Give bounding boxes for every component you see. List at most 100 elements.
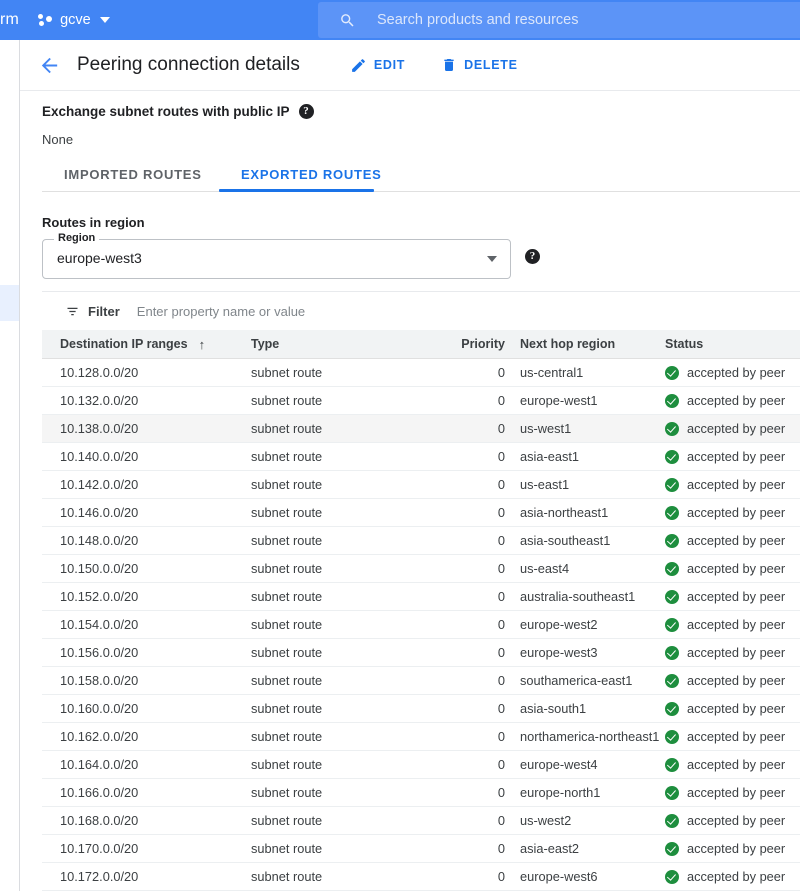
table-row[interactable]: 10.150.0.0/20subnet route0us-east4accept… <box>42 555 800 583</box>
check-circle-icon <box>665 478 679 492</box>
arrow-back-icon[interactable] <box>36 52 62 78</box>
table-row[interactable]: 10.154.0.0/20subnet route0europe-west2ac… <box>42 611 800 639</box>
table-row[interactable]: 10.164.0.0/20subnet route0europe-west4ac… <box>42 751 800 779</box>
tab-imported-routes[interactable]: IMPORTED ROUTES <box>64 167 202 182</box>
cell-next-hop-region: us-east4 <box>520 555 665 583</box>
tab-exported-routes[interactable]: EXPORTED ROUTES <box>241 167 382 182</box>
project-selector[interactable]: gcve <box>38 12 110 28</box>
cell-next-hop-region: europe-west4 <box>520 751 665 779</box>
column-header-status[interactable]: Status <box>665 330 800 359</box>
cell-next-hop-region: asia-east1 <box>520 443 665 471</box>
edit-button[interactable]: EDIT <box>350 57 405 74</box>
cell-status: accepted by peer <box>665 611 800 639</box>
help-icon[interactable]: ? <box>299 104 314 119</box>
cell-destination-ip-range: 10.158.0.0/20 <box>42 667 251 695</box>
check-circle-icon <box>665 394 679 408</box>
exchange-subnet-routes-text: Exchange subnet routes with public IP <box>42 104 290 119</box>
cell-destination-ip-range: 10.132.0.0/20 <box>42 387 251 415</box>
table-row[interactable]: 10.138.0.0/20subnet route0us-west1accept… <box>42 415 800 443</box>
cell-priority: 0 <box>388 779 520 807</box>
status-label: accepted by peer <box>687 421 785 436</box>
table-row[interactable]: 10.162.0.0/20subnet route0northamerica-n… <box>42 723 800 751</box>
region-help-icon[interactable]: ? <box>525 249 540 264</box>
region-select-value: europe-west3 <box>57 250 142 266</box>
filter-button-label: Filter <box>88 304 120 319</box>
table-row[interactable]: 10.140.0.0/20subnet route0asia-east1acce… <box>42 443 800 471</box>
filter-button[interactable]: Filter <box>65 304 120 319</box>
cell-destination-ip-range: 10.164.0.0/20 <box>42 751 251 779</box>
table-row[interactable]: 10.132.0.0/20subnet route0europe-west1ac… <box>42 387 800 415</box>
cell-next-hop-region: us-west1 <box>520 415 665 443</box>
table-row[interactable]: 10.160.0.0/20subnet route0asia-south1acc… <box>42 695 800 723</box>
project-dots-icon <box>38 13 53 28</box>
cell-type: subnet route <box>251 443 388 471</box>
check-circle-icon <box>665 366 679 380</box>
cell-status: accepted by peer <box>665 751 800 779</box>
table-row[interactable]: 10.172.0.0/20subnet route0europe-west6ac… <box>42 863 800 891</box>
table-row[interactable]: 10.170.0.0/20subnet route0asia-east2acce… <box>42 835 800 863</box>
cell-destination-ip-range: 10.150.0.0/20 <box>42 555 251 583</box>
column-header-destination-label: Destination IP ranges <box>60 337 188 351</box>
table-row[interactable]: 10.166.0.0/20subnet route0europe-north1a… <box>42 779 800 807</box>
table-row[interactable]: 10.168.0.0/20subnet route0us-west2accept… <box>42 807 800 835</box>
check-circle-icon <box>665 730 679 744</box>
table-row[interactable]: 10.148.0.0/20subnet route0asia-southeast… <box>42 527 800 555</box>
left-nav-active-item[interactable] <box>0 285 19 321</box>
cell-priority: 0 <box>388 835 520 863</box>
check-circle-icon <box>665 618 679 632</box>
status-label: accepted by peer <box>687 617 785 632</box>
search-placeholder: Search products and resources <box>377 12 579 28</box>
edit-button-label: EDIT <box>374 58 405 72</box>
column-header-type[interactable]: Type <box>251 330 388 359</box>
cell-type: subnet route <box>251 415 388 443</box>
cell-next-hop-region: asia-south1 <box>520 695 665 723</box>
exchange-subnet-routes-value: None <box>42 132 73 147</box>
cell-type: subnet route <box>251 835 388 863</box>
cell-status: accepted by peer <box>665 695 800 723</box>
cell-next-hop-region: southamerica-east1 <box>520 667 665 695</box>
delete-button[interactable]: DELETE <box>441 57 518 73</box>
search-input[interactable]: Search products and resources <box>318 2 800 38</box>
cell-type: subnet route <box>251 359 388 387</box>
cell-type: subnet route <box>251 639 388 667</box>
cell-next-hop-region: europe-west1 <box>520 387 665 415</box>
table-row[interactable]: 10.156.0.0/20subnet route0europe-west3ac… <box>42 639 800 667</box>
cell-destination-ip-range: 10.168.0.0/20 <box>42 807 251 835</box>
routes-table-head: Destination IP ranges ↑ Type Priority Nex… <box>42 330 800 359</box>
arrow-up-icon: ↑ <box>199 337 206 352</box>
cell-next-hop-region: us-east1 <box>520 471 665 499</box>
cell-type: subnet route <box>251 695 388 723</box>
column-header-next-hop-region[interactable]: Next hop region <box>520 330 665 359</box>
filter-list-icon <box>65 304 80 319</box>
table-row[interactable]: 10.158.0.0/20subnet route0southamerica-e… <box>42 667 800 695</box>
check-circle-icon <box>665 842 679 856</box>
cell-priority: 0 <box>388 751 520 779</box>
region-select[interactable]: Region europe-west3 <box>42 239 511 279</box>
cell-destination-ip-range: 10.138.0.0/20 <box>42 415 251 443</box>
tab-active-indicator <box>219 189 374 192</box>
cell-destination-ip-range: 10.128.0.0/20 <box>42 359 251 387</box>
cell-priority: 0 <box>388 807 520 835</box>
cell-status: accepted by peer <box>665 499 800 527</box>
status-label: accepted by peer <box>687 757 785 772</box>
project-name-label: gcve <box>60 12 91 28</box>
cell-type: subnet route <box>251 863 388 891</box>
check-circle-icon <box>665 786 679 800</box>
cell-destination-ip-range: 10.160.0.0/20 <box>42 695 251 723</box>
check-circle-icon <box>665 758 679 772</box>
check-circle-icon <box>665 674 679 688</box>
filter-input[interactable]: Enter property name or value <box>137 304 800 319</box>
cell-status: accepted by peer <box>665 863 800 891</box>
cell-destination-ip-range: 10.156.0.0/20 <box>42 639 251 667</box>
table-row[interactable]: 10.142.0.0/20subnet route0us-east1accept… <box>42 471 800 499</box>
cell-next-hop-region: europe-west6 <box>520 863 665 891</box>
cell-destination-ip-range: 10.152.0.0/20 <box>42 583 251 611</box>
table-row[interactable]: 10.146.0.0/20subnet route0asia-northeast… <box>42 499 800 527</box>
table-row[interactable]: 10.128.0.0/20subnet route0us-central1acc… <box>42 359 800 387</box>
column-header-priority[interactable]: Priority <box>388 330 520 359</box>
column-header-destination[interactable]: Destination IP ranges ↑ <box>42 330 251 359</box>
exchange-subnet-routes-label: Exchange subnet routes with public IP ? <box>42 104 314 119</box>
cell-priority: 0 <box>388 359 520 387</box>
table-row[interactable]: 10.152.0.0/20subnet route0australia-sout… <box>42 583 800 611</box>
page-header: Peering connection details EDIT DELETE <box>20 40 800 91</box>
